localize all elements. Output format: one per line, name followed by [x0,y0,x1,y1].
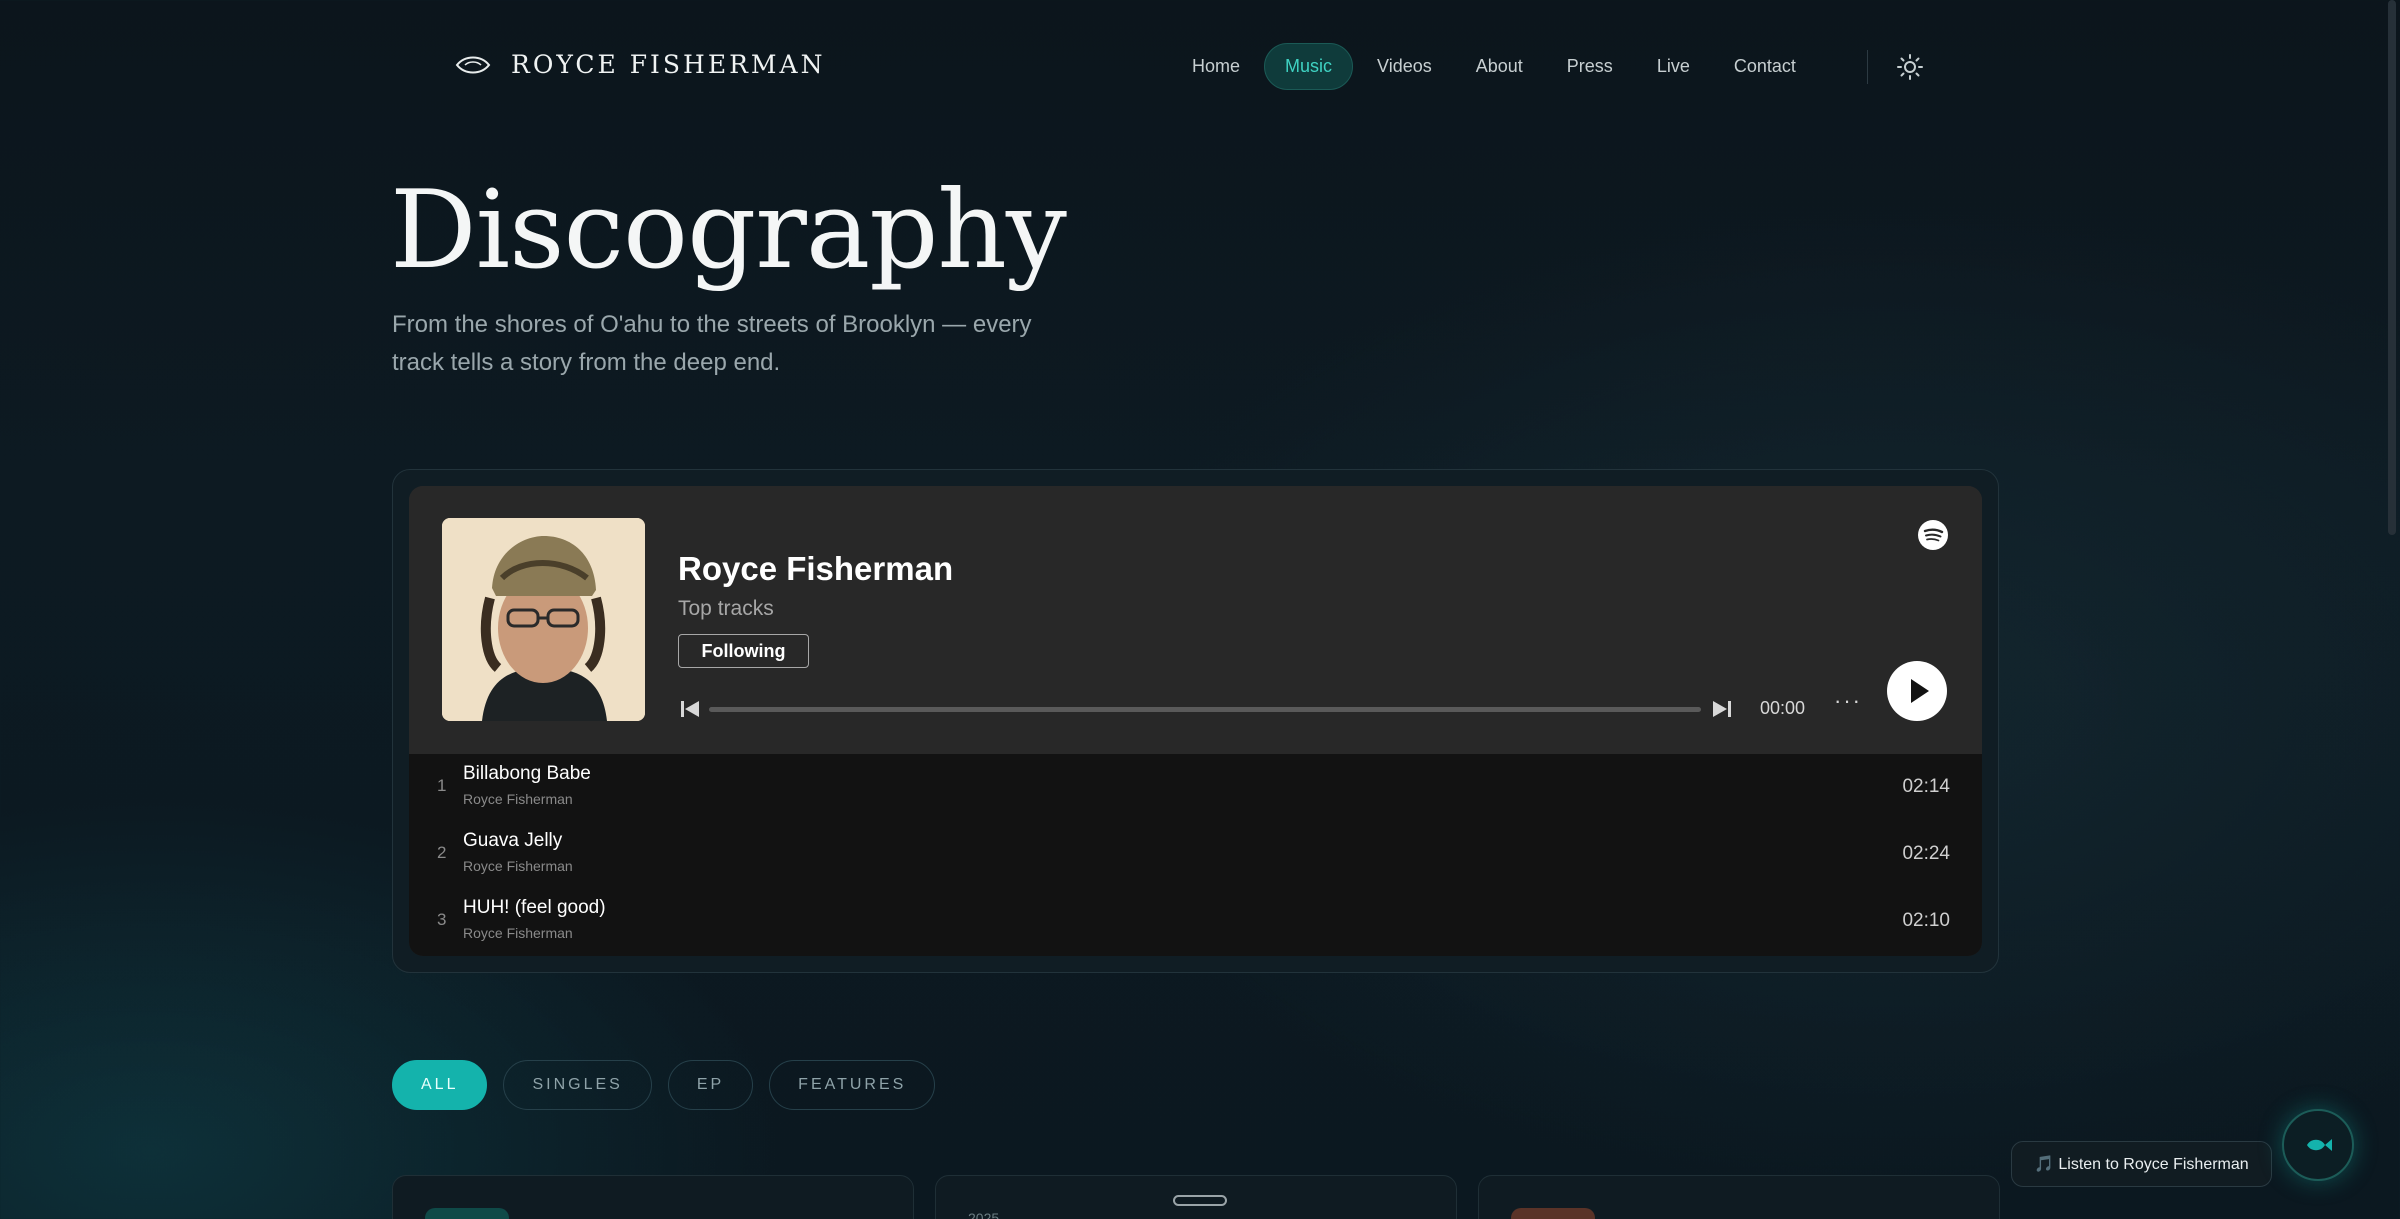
track-title: HUH! (feel good) [463,897,606,918]
release-filters: ALL SINGLES EP FEATURES [392,1060,936,1110]
eye-icon [455,56,491,73]
playback-time: 00:00 [1760,698,1806,718]
follow-button[interactable]: Following [678,634,809,668]
filter-features[interactable]: FEATURES [769,1060,936,1110]
track-artist: Royce Fisherman [463,791,573,807]
play-icon [1911,679,1929,703]
nav-press[interactable]: Press [1547,43,1633,90]
player-subtitle: Top tracks [678,597,774,620]
music-fab[interactable] [2282,1109,2354,1181]
track-row[interactable]: 1 Billabong Babe Royce Fisherman 02:14 [409,754,1982,814]
nav-about[interactable]: About [1456,43,1543,90]
track-number: 2 [437,843,447,862]
player-header: Royce Fisherman Top tracks Following 00:… [409,486,1982,754]
nav-live[interactable]: Live [1637,43,1710,90]
release-year: 2025 [968,1210,1000,1219]
nav-music[interactable]: Music [1264,43,1354,90]
drag-handle[interactable] [1173,1195,1227,1206]
listen-button[interactable]: 🎵 Listen to Royce Fisherman [2011,1141,2272,1187]
nav-contact[interactable]: Contact [1714,43,1816,90]
release-card[interactable] [392,1175,914,1219]
release-tag [425,1208,509,1219]
filter-ep[interactable]: EP [667,1060,754,1110]
nav-videos[interactable]: Videos [1357,43,1452,90]
track-duration: 02:24 [1902,843,1950,864]
track-number: 3 [437,910,447,929]
track-row[interactable]: 3 HUH! (feel good) Royce Fisherman 02:10 [409,888,1982,948]
track-title: Billabong Babe [463,763,591,784]
page-title: Discography [390,168,1067,293]
player-artist-name[interactable]: Royce Fisherman [678,550,953,588]
release-tag [1511,1208,1595,1219]
track-row[interactable]: 2 Guava Jelly Royce Fisherman 02:24 [409,821,1982,881]
play-button[interactable] [1887,661,1947,721]
track-duration: 02:14 [1902,776,1950,797]
filter-singles[interactable]: SINGLES [503,1060,652,1110]
artist-photo[interactable] [442,518,645,721]
filter-all[interactable]: ALL [392,1060,488,1110]
nav-home[interactable]: Home [1172,43,1260,90]
track-number: 1 [437,776,447,795]
site-name: ROYCE FISHERMAN [511,50,826,79]
spotify-icon[interactable] [1917,519,1949,551]
track-title: Guava Jelly [463,830,563,851]
site-header: ROYCE FISHERMAN Home Music Videos About … [0,0,2400,134]
scrollbar[interactable] [2388,0,2396,535]
track-list: 1 Billabong Babe Royce Fisherman 02:14 2… [409,754,1982,956]
sun-icon[interactable] [1896,53,1924,81]
progress-bar[interactable] [709,707,1701,712]
spotify-embed: Royce Fisherman Top tracks Following 00:… [409,486,1982,956]
track-artist: Royce Fisherman [463,858,573,874]
nav-divider [1867,50,1868,84]
skip-forward-icon[interactable] [1711,698,1733,720]
site-logo[interactable]: ROYCE FISHERMAN [455,50,825,79]
page-subtitle: From the shores of O'ahu to the streets … [392,311,1032,376]
skip-back-icon[interactable] [679,698,701,720]
track-artist: Royce Fisherman [463,925,573,941]
fish-icon [2307,1139,2332,1151]
more-options-button[interactable]: ··· [1834,690,1862,712]
release-card[interactable] [1478,1175,2000,1219]
main-nav: Home Music Videos About Press Live Conta… [1172,43,1816,90]
track-duration: 02:10 [1902,910,1950,931]
